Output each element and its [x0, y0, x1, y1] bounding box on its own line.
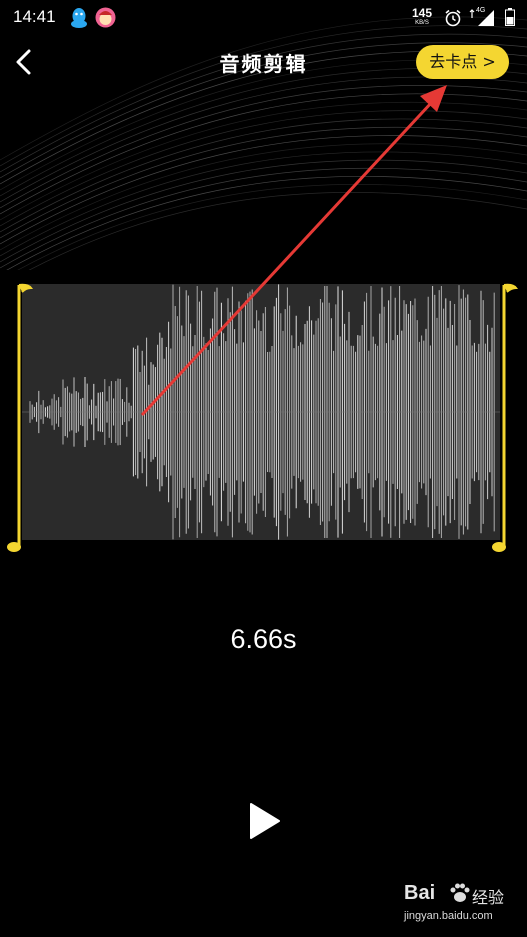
go-beat-sync-button[interactable]: 去卡点 >: [416, 45, 509, 79]
watermark-url: jingyan.baidu.com: [404, 910, 493, 922]
background-wave-line: [28, 192, 527, 270]
background-wave-line: [0, 167, 527, 269]
qq-icon: [71, 8, 87, 28]
background-wave-line: [0, 68, 527, 197]
background-wave-line: [0, 84, 527, 209]
battery-icon: [505, 8, 515, 26]
audio-waveform[interactable]: [22, 284, 500, 540]
app-notification-icon: [95, 7, 116, 28]
play-icon: [250, 803, 280, 839]
trim-handle-right[interactable]: [488, 283, 518, 557]
play-button[interactable]: [243, 800, 285, 842]
network-speed-value: 145: [412, 6, 433, 20]
baidu-jingyan-watermark: Bai 经验 jingyan.baidu.com: [400, 880, 510, 928]
status-bar: 14:41 145 KB/S 4G: [0, 0, 527, 36]
status-time: 14:41: [13, 7, 56, 26]
background-wave-line: [0, 76, 527, 203]
waveform-bars: [22, 284, 500, 540]
signal-icon: [469, 9, 494, 26]
trim-handle-left[interactable]: [4, 283, 34, 557]
baidu-paw-icon: [450, 883, 470, 902]
selection-duration: 6.66s: [230, 624, 297, 654]
background-wave-line: [0, 59, 527, 191]
background-wave-line: [0, 135, 527, 245]
watermark-brand: Bai: [404, 882, 436, 904]
network-speed-unit: KB/S: [415, 20, 429, 26]
background-wave-pattern: [0, 16, 527, 270]
network-speed: 145 KB/S: [412, 7, 432, 26]
background-wave-line: [0, 101, 527, 221]
watermark-jingyan: 经验: [472, 888, 505, 907]
alarm-icon: [445, 9, 461, 27]
